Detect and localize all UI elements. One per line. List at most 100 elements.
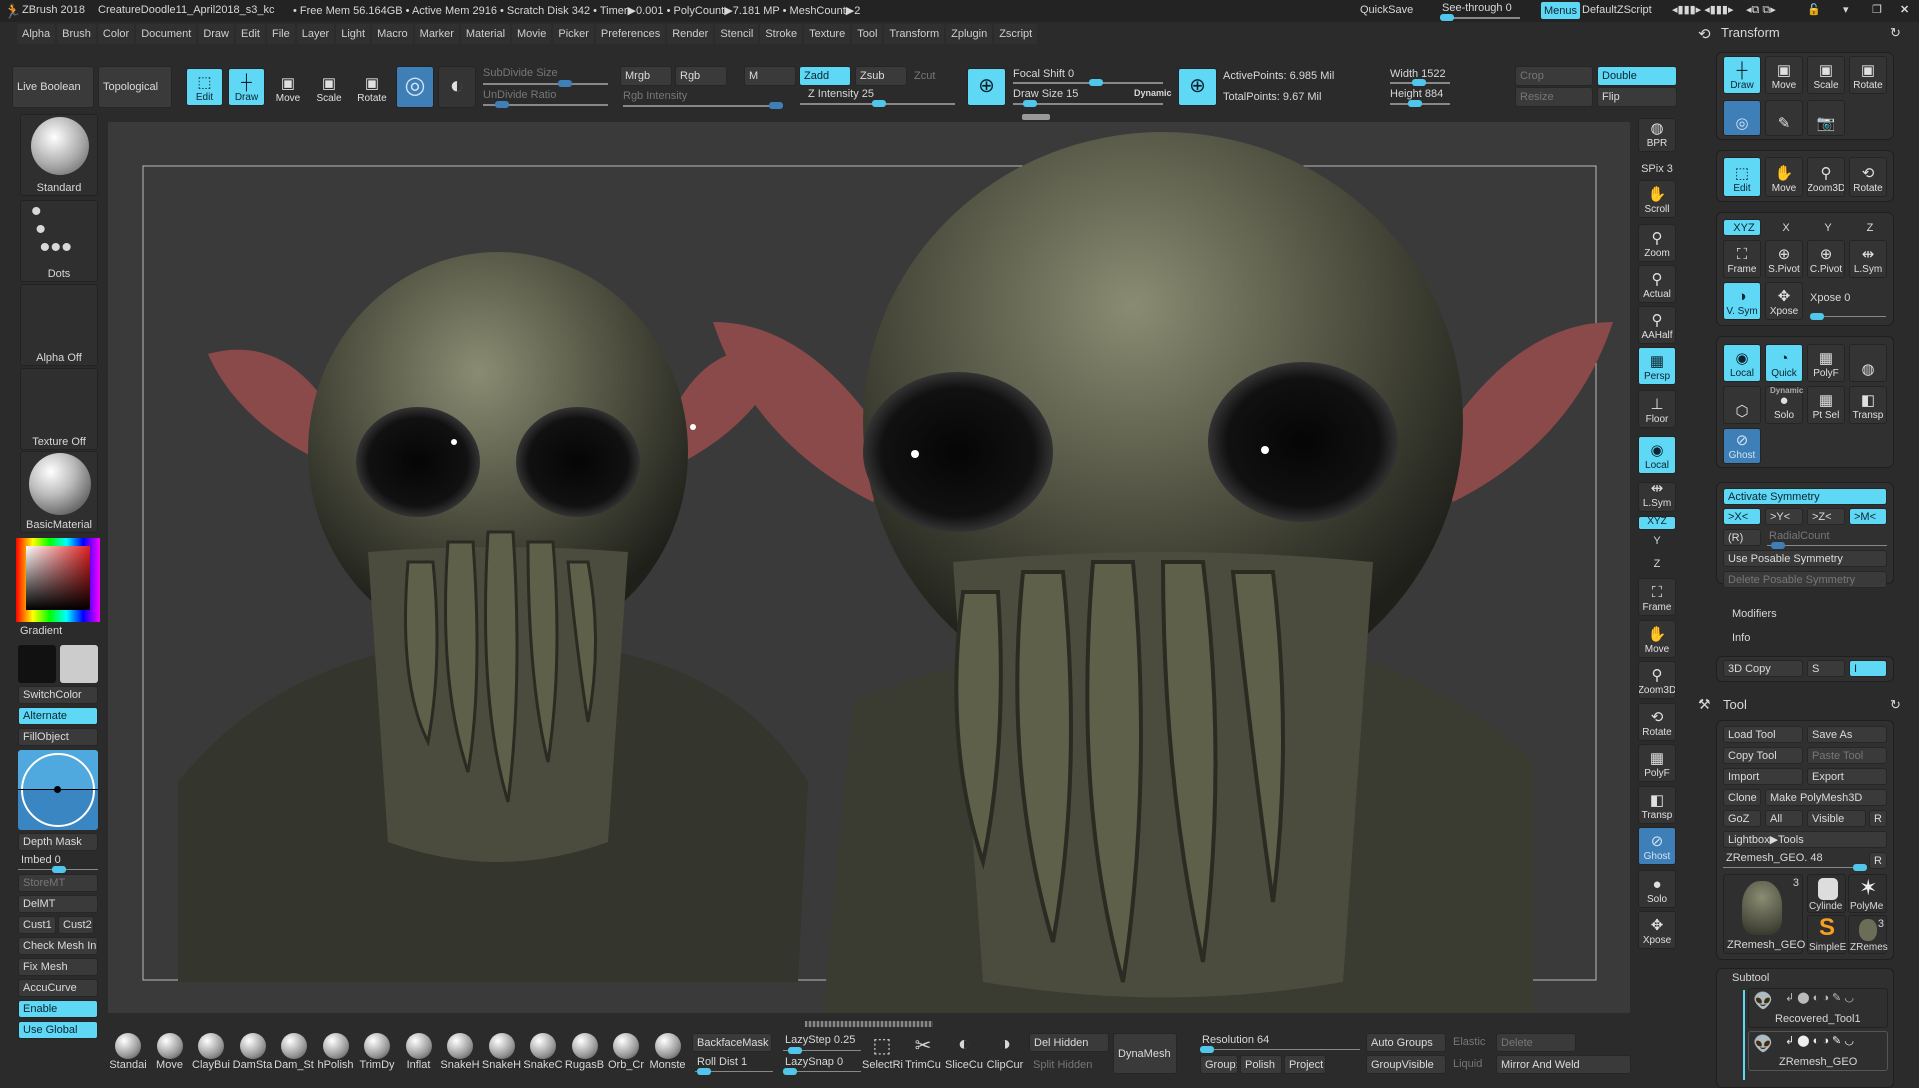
flip-button[interactable]: Flip <box>1597 87 1677 107</box>
slider-knob[interactable] <box>788 1047 802 1054</box>
rightbar-local-button[interactable]: ◉ Local <box>1638 436 1676 474</box>
menu-picker[interactable]: Picker <box>553 24 594 44</box>
activate-symmetry-button[interactable]: Activate Symmetry <box>1723 488 1887 505</box>
rightbar-scroll-button[interactable]: ✋ Scroll <box>1638 180 1676 218</box>
polish-button[interactable]: Polish <box>1240 1055 1282 1074</box>
slider-knob[interactable] <box>1810 313 1824 320</box>
alpha-selector[interactable]: Alpha Off <box>20 284 98 366</box>
layout-icons[interactable]: ◂⧉ ⧉▸ <box>1746 3 1776 17</box>
lazysnap-slider[interactable] <box>783 1068 861 1075</box>
delete-posable-symmetry-button[interactable]: Delete Posable Symmetry <box>1723 571 1887 588</box>
brush-4-button[interactable]: Dam_St <box>274 1033 314 1077</box>
slider-knob[interactable] <box>872 100 886 107</box>
radialcount-slider[interactable] <box>1767 542 1887 549</box>
dynamic-toggle[interactable]: Dynamic <box>1134 88 1172 98</box>
transform2-move-button[interactable]: ✋ Move <box>1765 157 1803 197</box>
goz-all-button[interactable]: All <box>1765 810 1803 827</box>
menu-layer[interactable]: Layer <box>296 24 335 44</box>
secondary-color-swatch[interactable] <box>60 645 98 683</box>
menu-macro[interactable]: Macro <box>372 24 413 44</box>
restore-icon[interactable]: ❐ <box>1872 3 1882 16</box>
transform-frame-button[interactable]: ⛶ Frame <box>1723 240 1761 278</box>
menu-tool[interactable]: Tool <box>852 24 883 44</box>
z-intensity-slider[interactable] <box>800 100 955 107</box>
rightbar-y-button[interactable]: Y <box>1638 535 1676 551</box>
slider-knob[interactable] <box>558 80 572 87</box>
color-saturation-square[interactable] <box>26 546 90 610</box>
tool-thumb-zremesh[interactable]: 3 ZRemes <box>1848 915 1888 954</box>
tool-title[interactable]: Tool <box>1723 697 1747 712</box>
menu-render[interactable]: Render <box>667 24 714 44</box>
auto-groups-button[interactable]: Auto Groups <box>1366 1033 1446 1052</box>
goz-button[interactable]: GoZ <box>1723 810 1761 827</box>
rotate-axis-z-button[interactable]: Z <box>1849 219 1887 236</box>
resize-button[interactable]: Resize <box>1515 87 1593 107</box>
edit-mode-button[interactable]: ⬚ Edit <box>186 68 223 106</box>
slider-knob[interactable] <box>1408 100 1422 107</box>
import-button[interactable]: Import <box>1723 768 1803 785</box>
sym-m-button[interactable]: >M< <box>1849 508 1887 525</box>
rightbar-persp-button[interactable]: ▦ Persp <box>1638 347 1676 385</box>
viewport-canvas[interactable] <box>108 122 1630 1013</box>
minimize-icon[interactable]: ▾ <box>1843 3 1849 16</box>
brush-8-button[interactable]: SnakeH <box>440 1033 480 1077</box>
transform-ptsel-button[interactable]: ▦ Pt Sel <box>1807 386 1845 424</box>
xpose-button[interactable]: ✥ Xpose <box>1765 282 1803 320</box>
rightbar-move-button[interactable]: ✋ Move <box>1638 620 1676 658</box>
seethrough-knob[interactable] <box>1440 14 1454 21</box>
delmt-button[interactable]: DelMT <box>18 895 98 913</box>
canvas-scroll-handle[interactable] <box>1022 114 1050 120</box>
menu-edit[interactable]: Edit <box>236 24 265 44</box>
slider-knob[interactable] <box>1089 79 1103 86</box>
crop-button[interactable]: Crop <box>1515 66 1593 86</box>
transform-cpivot-button[interactable]: ⊕ C.Pivot <box>1807 240 1845 278</box>
slider-knob[interactable] <box>769 102 783 109</box>
transform-title[interactable]: Transform <box>1721 25 1780 40</box>
elastic-label[interactable]: Elastic <box>1453 1036 1485 1048</box>
transform2-zoom3d-button[interactable]: ⚲ Zoom3D <box>1807 157 1845 197</box>
rightbar-rotate-button[interactable]: ⟲ Rotate <box>1638 703 1676 741</box>
rightbar-z-button[interactable]: Z <box>1638 558 1676 574</box>
rightbar-transp-button[interactable]: ◧ Transp <box>1638 786 1676 824</box>
color-picker[interactable] <box>16 538 100 622</box>
rgb-intensity-slider[interactable] <box>623 102 783 109</box>
tool-thumb-zremesh-geo[interactable]: 3 ZRemesh_GEO <box>1723 874 1805 954</box>
trimcurve-tool-button[interactable]: ✂ TrimCu <box>903 1033 943 1077</box>
rightbar-bpr-button[interactable]: ◍ BPR <box>1638 118 1676 152</box>
tool-reset-icon[interactable]: ↻ <box>1890 697 1901 713</box>
subtool-toggle-icons[interactable]: ↲ ⬤ ◐ ◑ ✎ ◡ <box>1785 991 1854 1004</box>
delete-button[interactable]: Delete <box>1496 1033 1576 1052</box>
m-button[interactable]: M <box>744 66 796 86</box>
menu-texture[interactable]: Texture <box>804 24 851 44</box>
rightbar-actual-button[interactable]: ⚲ Actual <box>1638 265 1676 303</box>
menu-document[interactable]: Document <box>136 24 197 44</box>
stroke-selector[interactable]: • • • • • Dots <box>20 197 98 282</box>
current-tool-slider[interactable] <box>1723 864 1867 871</box>
zsub-button[interactable]: Zsub <box>855 66 907 86</box>
roll-dist-slider[interactable] <box>695 1068 773 1075</box>
selectrect-tool-button[interactable]: ⬚ SelectRi <box>862 1033 903 1077</box>
project-button[interactable]: Project <box>1284 1055 1326 1074</box>
clone-button[interactable]: Clone <box>1723 789 1761 806</box>
menu-material[interactable]: Material <box>460 24 511 44</box>
focal-size-toggle[interactable]: ⊕ <box>967 68 1006 106</box>
slider-knob[interactable] <box>52 866 66 873</box>
transform-object-button[interactable]: ⬡ <box>1723 386 1761 424</box>
tool-thumb-simplebrush[interactable]: S SimpleE <box>1807 914 1846 954</box>
rightbar-aahalf-button[interactable]: ⚲ AAHalf <box>1638 306 1676 344</box>
transform-sculptris-button[interactable]: ◎ <box>1723 100 1761 136</box>
slicecurve-tool-button[interactable]: ◐ SliceCu <box>944 1033 984 1077</box>
brush-2-button[interactable]: ClayBui <box>191 1033 231 1077</box>
menu-draw[interactable]: Draw <box>198 24 234 44</box>
subtool-title[interactable]: Subtool <box>1732 972 1769 984</box>
subtool-item[interactable]: 👽 ↲ ⬤ ◐ ◑ ✎ ◡ Recovered_Tool1 <box>1748 988 1888 1028</box>
transform2-edit-button[interactable]: ⬚ Edit <box>1723 157 1761 197</box>
3d-copy-button[interactable]: 3D Copy <box>1723 660 1803 677</box>
brush-0-button[interactable]: Standai <box>108 1033 148 1077</box>
radial-r-button[interactable]: (R) <box>1723 529 1761 546</box>
move-mode-button[interactable]: ▣ Move <box>270 68 306 106</box>
load-tool-button[interactable]: Load Tool <box>1723 726 1803 743</box>
zadd-button[interactable]: Zadd <box>799 66 851 86</box>
transform-spivot-button[interactable]: ⊕ S.Pivot <box>1765 240 1803 278</box>
slider-knob[interactable] <box>1023 100 1037 107</box>
